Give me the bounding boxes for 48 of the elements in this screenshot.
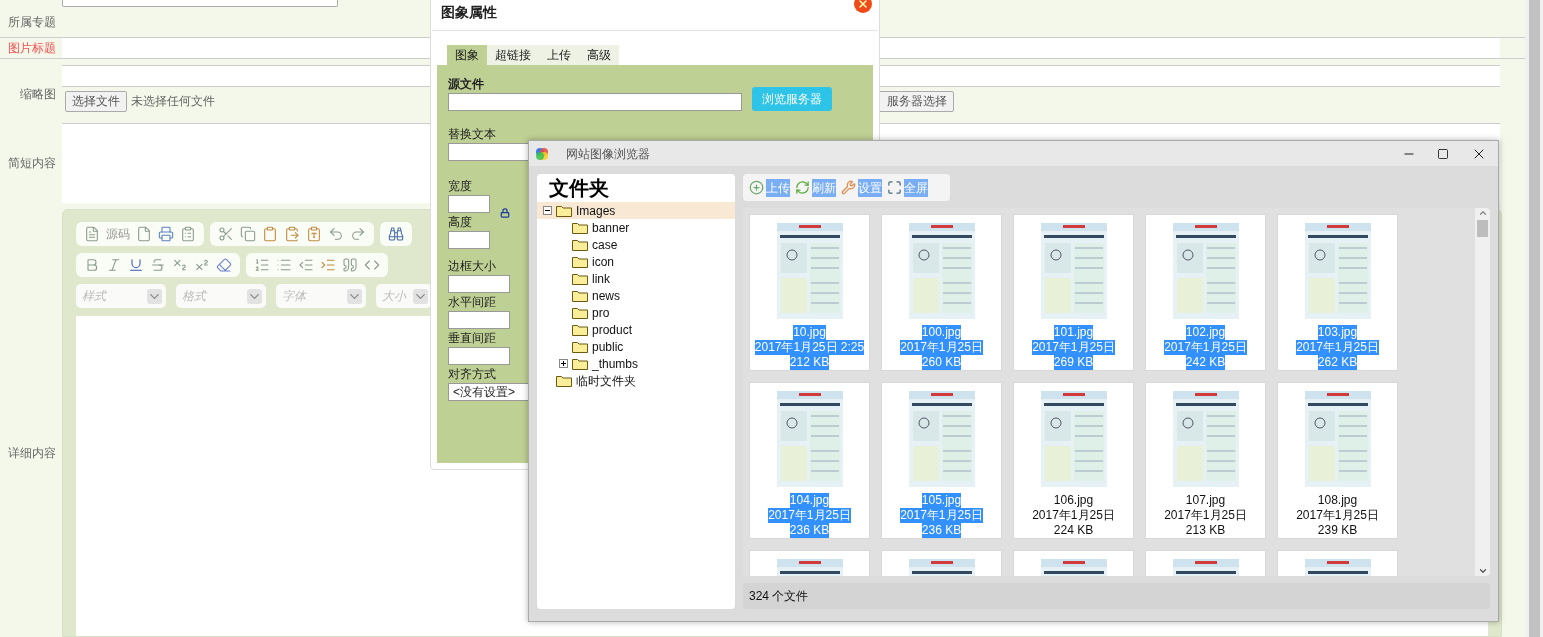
file-size: 269 KB	[1053, 355, 1094, 370]
file-size: 224 KB	[1053, 523, 1094, 538]
field-label: 边框大小	[448, 258, 496, 275]
file-date: 2017年1月25日	[1032, 340, 1115, 355]
file-date: 2017年1月25日	[768, 508, 851, 523]
file-count: 324 个文件	[749, 588, 809, 605]
file-name: 100.jpg	[921, 325, 962, 340]
file-name: 105.jpg	[921, 493, 962, 508]
field-label: 图片标题	[8, 40, 56, 57]
file-name: 108.jpg	[1317, 493, 1358, 508]
file-size: 239 KB	[1317, 523, 1358, 538]
file-size: 213 KB	[1185, 523, 1226, 538]
file-size: 212 KB	[789, 355, 830, 370]
file-date: 2017年1月25日	[900, 508, 983, 523]
folder-heading: 文件夹	[548, 176, 610, 201]
field-label: 垂直间距	[448, 330, 496, 347]
field-label: 源文件	[448, 76, 485, 93]
file-date: 2017年1月25日	[1164, 508, 1247, 523]
file-name: 10.jpg	[793, 325, 826, 340]
file-name: 104.jpg	[789, 493, 830, 508]
file-date: 2017年1月25日	[1032, 508, 1115, 523]
file-date: 2017年1月25日	[900, 340, 983, 355]
file-name: 107.jpg	[1185, 493, 1226, 508]
file-date: 2017年1月25日	[1296, 508, 1379, 523]
field-label: 高度	[448, 214, 472, 231]
field-label: 对齐方式	[448, 366, 496, 383]
file-name: 106.jpg	[1053, 493, 1094, 508]
file-name: 102.jpg	[1185, 325, 1226, 340]
file-date: 2017年1月25日	[1296, 340, 1379, 355]
field-label: 水平间距	[448, 294, 496, 311]
dialog-title: 图象属性	[441, 3, 497, 22]
field-label: 所属专题	[8, 14, 56, 31]
file-date: 2017年1月25日	[1164, 340, 1247, 355]
file-size: 262 KB	[1317, 355, 1358, 370]
file-size: 236 KB	[921, 523, 962, 538]
field-label: 详细内容	[8, 445, 56, 462]
file-name: 101.jpg	[1053, 325, 1094, 340]
field-label: 替换文本	[448, 126, 497, 143]
file-size: 242 KB	[1185, 355, 1226, 370]
file-size: 260 KB	[921, 355, 962, 370]
file-date: 2017年1月25日 2:25	[754, 340, 865, 355]
field-label: 宽度	[448, 178, 472, 195]
file-name: 103.jpg	[1317, 325, 1358, 340]
file-status: 未选择任何文件	[131, 93, 215, 110]
field-label: 简短内容	[8, 155, 56, 172]
field-label: 缩略图	[20, 85, 56, 103]
file-size: 236 KB	[789, 523, 830, 538]
window-title: 网站图像浏览器	[566, 145, 650, 163]
